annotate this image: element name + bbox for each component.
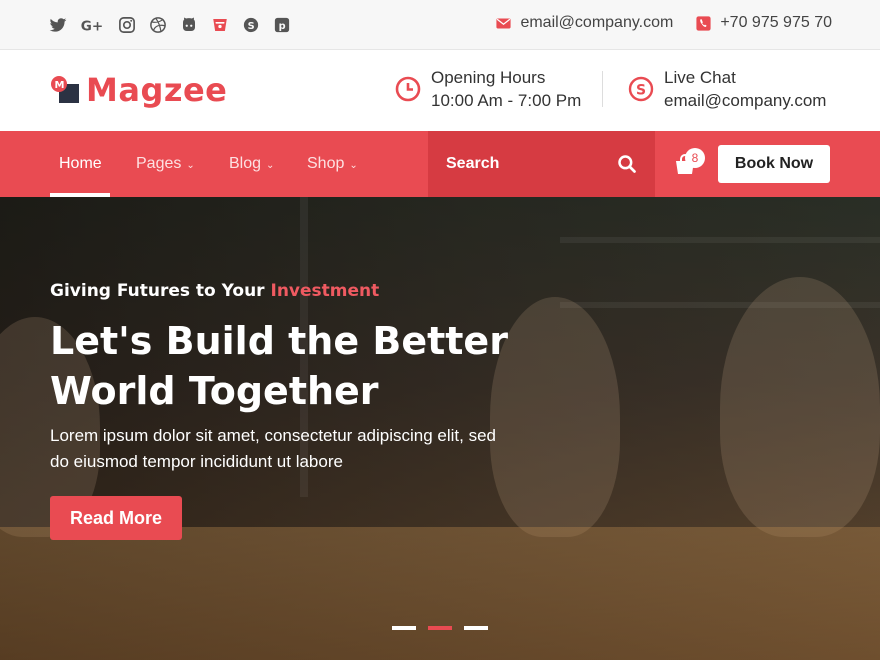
site-header: M Magzee Opening Hours 10:00 Am - 7:00 P… <box>0 51 880 131</box>
logo[interactable]: M Magzee <box>50 71 227 109</box>
chevron-down-icon: ⌄ <box>266 159 275 171</box>
hero-subtext: Lorem ipsum dolor sit amet, consectetur … <box>50 426 496 471</box>
logo-mark-icon: M <box>51 76 79 103</box>
top-email-text: email@company.com <box>520 14 674 31</box>
book-now-button[interactable]: Book Now <box>718 145 830 183</box>
nav-item-label: Blog <box>229 155 262 172</box>
top-bar: G+ S p email@company.com +70 975 975 70 <box>0 0 880 50</box>
bitbucket-icon[interactable] <box>210 15 229 34</box>
nav-item-label: Home <box>59 155 102 172</box>
slider-dot-3[interactable] <box>464 626 488 630</box>
live-chat-email: email@company.com <box>664 91 827 110</box>
google-plus-icon[interactable]: G+ <box>79 15 105 34</box>
slider-dots <box>392 626 488 630</box>
skype-chat-icon: S <box>628 76 654 102</box>
hero-eyebrow-prefix: Giving Futures to Your <box>50 281 265 301</box>
hero-eyebrow: Giving Futures to Your Investment <box>50 281 379 301</box>
opening-hours-value: 10:00 Am - 7:00 Pm <box>431 91 582 110</box>
github-icon[interactable] <box>179 15 198 34</box>
chevron-down-icon: ⌄ <box>186 159 195 171</box>
nav-item-blog[interactable]: Blog ⌄ <box>229 131 274 197</box>
nav-item-pages[interactable]: Pages ⌄ <box>136 131 195 197</box>
twitter-icon[interactable] <box>48 15 67 34</box>
phone-icon <box>696 15 711 31</box>
svg-text:S: S <box>247 20 254 31</box>
top-phone-text: +70 975 975 70 <box>720 14 832 31</box>
top-contact: email@company.com +70 975 975 70 <box>495 14 832 32</box>
live-chat[interactable]: S Live Chat email@company.com <box>628 67 826 112</box>
dribbble-icon[interactable] <box>148 15 167 34</box>
skype-icon[interactable]: S <box>241 15 260 34</box>
chevron-down-icon: ⌄ <box>349 159 358 171</box>
pinterest-icon[interactable]: p <box>272 15 291 34</box>
search-icon[interactable] <box>617 154 637 174</box>
svg-text:S: S <box>636 83 646 99</box>
instagram-icon[interactable] <box>117 15 136 34</box>
cart-count-badge: 8 <box>685 148 705 168</box>
background-table <box>0 527 880 660</box>
hero-headline: Let's Build the Better World Together <box>50 319 508 413</box>
background-person <box>720 277 880 537</box>
clock-icon <box>395 76 421 102</box>
header-divider <box>602 71 603 107</box>
envelope-icon <box>496 18 512 28</box>
social-links: G+ S p <box>48 15 291 34</box>
search-box[interactable]: Search <box>428 131 655 197</box>
search-input[interactable]: Search <box>446 155 617 173</box>
svg-text:G+: G+ <box>81 18 103 34</box>
slider-dot-1[interactable] <box>392 626 416 630</box>
hero-eyebrow-highlight: Investment <box>270 281 380 301</box>
read-more-button[interactable]: Read More <box>50 496 182 540</box>
nav-item-label: Pages <box>136 155 182 172</box>
opening-hours: Opening Hours 10:00 Am - 7:00 Pm <box>395 67 581 112</box>
live-chat-label: Live Chat <box>664 68 736 87</box>
slider-dot-2[interactable] <box>428 626 452 630</box>
nav-item-home[interactable]: Home <box>59 131 102 197</box>
nav-item-label: Shop <box>307 155 345 172</box>
svg-text:M: M <box>55 80 65 91</box>
logo-text: Magzee <box>86 71 228 109</box>
nav-item-shop[interactable]: Shop ⌄ <box>307 131 358 197</box>
top-phone[interactable]: +70 975 975 70 <box>695 14 832 32</box>
svg-text:p: p <box>278 21 285 32</box>
top-email[interactable]: email@company.com <box>495 14 673 32</box>
opening-hours-label: Opening Hours <box>431 68 546 87</box>
background-shelf <box>560 237 880 243</box>
